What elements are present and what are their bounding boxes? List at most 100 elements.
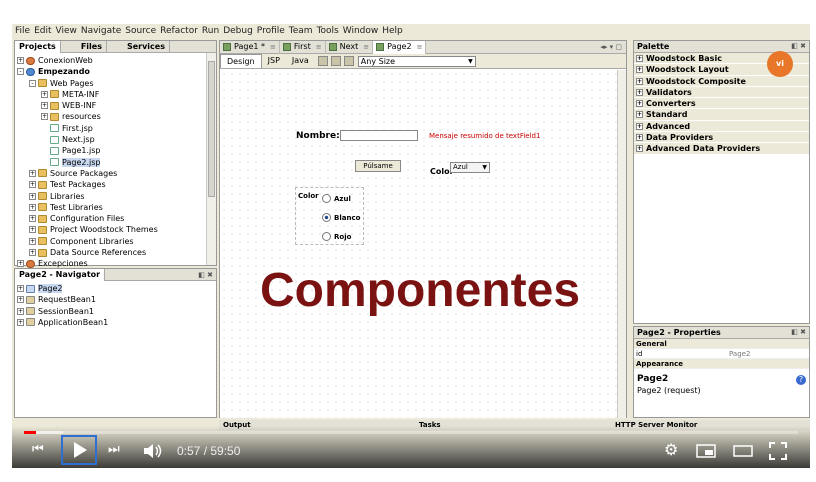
view-tab-jsp[interactable]: JSP: [262, 54, 286, 68]
tree-node[interactable]: First.jsp: [17, 123, 204, 134]
property-group-general[interactable]: General: [634, 339, 809, 349]
menu-item-refactor[interactable]: Refactor: [160, 26, 198, 36]
palette-controls[interactable]: ◧ ✖: [791, 41, 806, 52]
property-group-appearance[interactable]: Appearance: [634, 359, 809, 369]
expand-icon[interactable]: +: [29, 249, 36, 257]
settings-gear-icon[interactable]: ⚙: [664, 440, 678, 462]
tree-node[interactable]: + resources: [17, 111, 204, 122]
radio-checked-icon[interactable]: [322, 213, 331, 222]
refresh-icon[interactable]: [330, 56, 341, 66]
menu-item-run[interactable]: Run: [202, 26, 219, 36]
palette-category[interactable]: + Validators: [634, 86, 809, 99]
progress-bar[interactable]: [24, 431, 798, 434]
menu-item-view[interactable]: View: [56, 26, 77, 36]
expand-icon[interactable]: +: [17, 318, 24, 326]
tab-files[interactable]: Files: [77, 40, 107, 53]
tree-node[interactable]: + Source Packages: [17, 168, 204, 179]
expand-icon[interactable]: +: [29, 215, 36, 223]
tree-node[interactable]: - Empezando: [17, 66, 204, 77]
projects-scroll-thumb[interactable]: [208, 61, 215, 197]
tree-node[interactable]: Page2.jsp: [17, 157, 204, 168]
editor-tab[interactable]: Next ≡: [326, 40, 374, 54]
editor-tab[interactable]: First ≡: [280, 40, 326, 54]
color-select[interactable]: Azul ▼: [450, 162, 490, 173]
property-value[interactable]: Page2: [729, 349, 809, 358]
fullscreen-icon[interactable]: [769, 442, 787, 460]
view-tab-design[interactable]: Design: [220, 54, 262, 68]
menu-item-team[interactable]: Team: [289, 26, 313, 36]
tab-menu-icon[interactable]: ≡: [363, 41, 369, 53]
tree-node[interactable]: Next.jsp: [17, 134, 204, 145]
navigator-item[interactable]: + RequestBean1: [17, 294, 204, 305]
menu-item-profile[interactable]: Profile: [257, 26, 285, 36]
tree-node[interactable]: - Web Pages: [17, 78, 204, 89]
previous-icon[interactable]: ⏮: [32, 440, 44, 462]
palette-category[interactable]: + Advanced: [634, 120, 809, 133]
play-button[interactable]: [61, 435, 97, 465]
tree-node[interactable]: + Data Source References: [17, 247, 204, 258]
tab-menu-icon[interactable]: ≡: [417, 41, 423, 53]
palette-category[interactable]: + Converters: [634, 98, 809, 110]
tree-node[interactable]: + Component Libraries: [17, 236, 204, 247]
palette-category[interactable]: + Data Providers: [634, 132, 809, 144]
properties-controls[interactable]: ◧ ✖: [791, 327, 806, 338]
menu-item-source[interactable]: Source: [125, 26, 156, 36]
nombre-input[interactable]: [340, 130, 418, 141]
expand-icon[interactable]: +: [41, 102, 48, 110]
expand-icon[interactable]: +: [29, 203, 36, 211]
browser-icon[interactable]: [343, 56, 354, 66]
expand-icon[interactable]: +: [29, 237, 36, 245]
size-select[interactable]: Any Size: [357, 55, 476, 67]
tree-node[interactable]: + ConexionWeb: [17, 55, 204, 66]
radio-unchecked-icon[interactable]: [322, 232, 331, 241]
collapse-icon[interactable]: -: [17, 68, 24, 76]
editor-scrollbar[interactable]: [617, 70, 626, 418]
tree-node[interactable]: + WEB-INF: [17, 100, 204, 111]
expand-icon[interactable]: +: [29, 192, 36, 200]
menu-item-edit[interactable]: Edit: [34, 26, 51, 36]
expand-icon[interactable]: +: [29, 226, 36, 234]
menu-item-tools[interactable]: Tools: [317, 26, 339, 36]
expand-icon[interactable]: +: [17, 296, 24, 304]
help-icon[interactable]: ?: [796, 375, 806, 385]
editor-tab[interactable]: Page2 ≡: [373, 40, 427, 54]
expand-icon[interactable]: +: [636, 122, 643, 130]
radio-option[interactable]: Azul: [322, 194, 351, 203]
property-row-id[interactable]: id Page2: [634, 349, 809, 359]
collapse-icon[interactable]: -: [29, 79, 36, 87]
tree-node[interactable]: + Test Packages: [17, 179, 204, 190]
tree-node[interactable]: + Test Libraries: [17, 202, 204, 213]
menu-item-debug[interactable]: Debug: [223, 26, 253, 36]
volume-icon[interactable]: [142, 442, 164, 460]
expand-icon[interactable]: +: [29, 181, 36, 189]
menu-item-navigate[interactable]: Navigate: [81, 26, 121, 36]
radio-unchecked-icon[interactable]: [322, 194, 331, 203]
expand-icon[interactable]: +: [636, 77, 643, 85]
editor-tab-nav-icons[interactable]: ◂▸ ▾ ▢: [600, 43, 622, 51]
next-icon[interactable]: ⏭: [108, 440, 120, 462]
expand-icon[interactable]: +: [17, 307, 24, 315]
design-canvas[interactable]: Nombre: Mensaje resumido de textField1 P…: [220, 70, 626, 418]
palette-category[interactable]: + Standard: [634, 109, 809, 121]
tab-menu-icon[interactable]: ≡: [270, 41, 276, 53]
tree-node[interactable]: + META-INF: [17, 89, 204, 100]
miniplayer-icon[interactable]: [696, 444, 716, 458]
expand-icon[interactable]: +: [17, 260, 24, 268]
menu-item-file[interactable]: File: [15, 26, 30, 36]
tab-menu-icon[interactable]: ≡: [316, 41, 322, 53]
projects-scrollbar[interactable]: [206, 53, 216, 265]
tree-node[interactable]: + Configuration Files: [17, 213, 204, 224]
view-tab-java[interactable]: Java: [286, 54, 315, 68]
expand-icon[interactable]: +: [636, 55, 643, 62]
editor-tab[interactable]: Page1 * ≡: [220, 40, 280, 54]
palette-category[interactable]: + Woodstock Composite: [634, 75, 809, 87]
theater-mode-icon[interactable]: [733, 445, 753, 457]
radio-option[interactable]: Rojo: [322, 232, 351, 241]
palette-category[interactable]: + Advanced Data Providers: [634, 143, 809, 155]
navigator-item[interactable]: + SessionBean1: [17, 306, 204, 317]
expand-icon[interactable]: +: [17, 285, 24, 292]
expand-icon[interactable]: +: [636, 111, 643, 119]
menu-item-help[interactable]: Help: [382, 26, 403, 36]
expand-icon[interactable]: +: [636, 88, 643, 96]
preview-icon[interactable]: [317, 56, 328, 66]
